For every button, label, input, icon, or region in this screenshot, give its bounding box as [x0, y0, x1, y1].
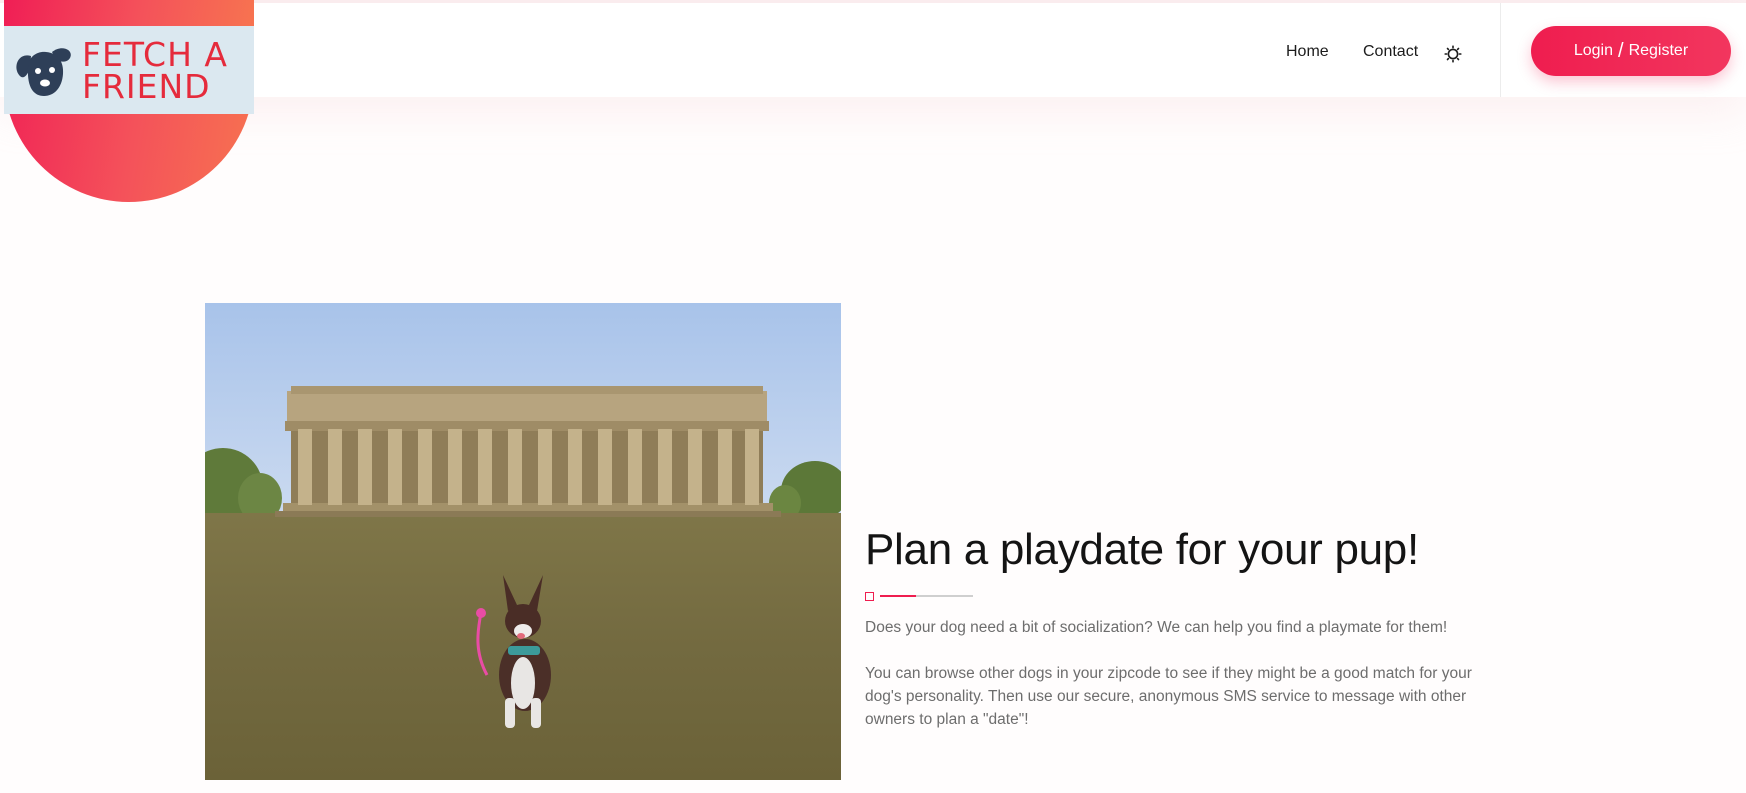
sun-icon[interactable]: [1444, 45, 1462, 63]
header-divider: [1500, 3, 1501, 97]
hero-paragraph-2: You can browse other dogs in your zipcod…: [865, 665, 1472, 728]
nav-contact-link[interactable]: Contact: [1363, 43, 1418, 61]
register-label: Register: [1628, 42, 1689, 59]
logo-wordmark: FETCH A FRIEND: [82, 38, 228, 106]
login-label: Login: [1573, 42, 1613, 59]
hero-photo-dog-at-parthenon: [205, 303, 841, 780]
hero-title: Plan a playdate for your pup!: [865, 525, 1419, 574]
accent-gray-bar: [916, 595, 973, 597]
site-header: Home Contact: [0, 3, 1746, 97]
hero-paragraph-1: Does your dog need a bit of socializatio…: [865, 619, 1448, 636]
logo-top-band: [4, 0, 254, 26]
login-register-button[interactable]: Login / Register: [1531, 26, 1731, 76]
site-logo[interactable]: FETCH A FRIEND: [4, 26, 254, 114]
nav-home-link[interactable]: Home: [1286, 43, 1329, 61]
login-separator: /: [1618, 39, 1624, 62]
accent-red-bar: [880, 595, 916, 597]
logo-line-2: FRIEND: [82, 67, 211, 106]
title-accent-divider: [865, 591, 975, 601]
accent-square: [865, 592, 874, 601]
dog-head-icon: [16, 48, 71, 96]
page: Home Contact Login / Register FETCH A FR…: [0, 0, 1746, 793]
